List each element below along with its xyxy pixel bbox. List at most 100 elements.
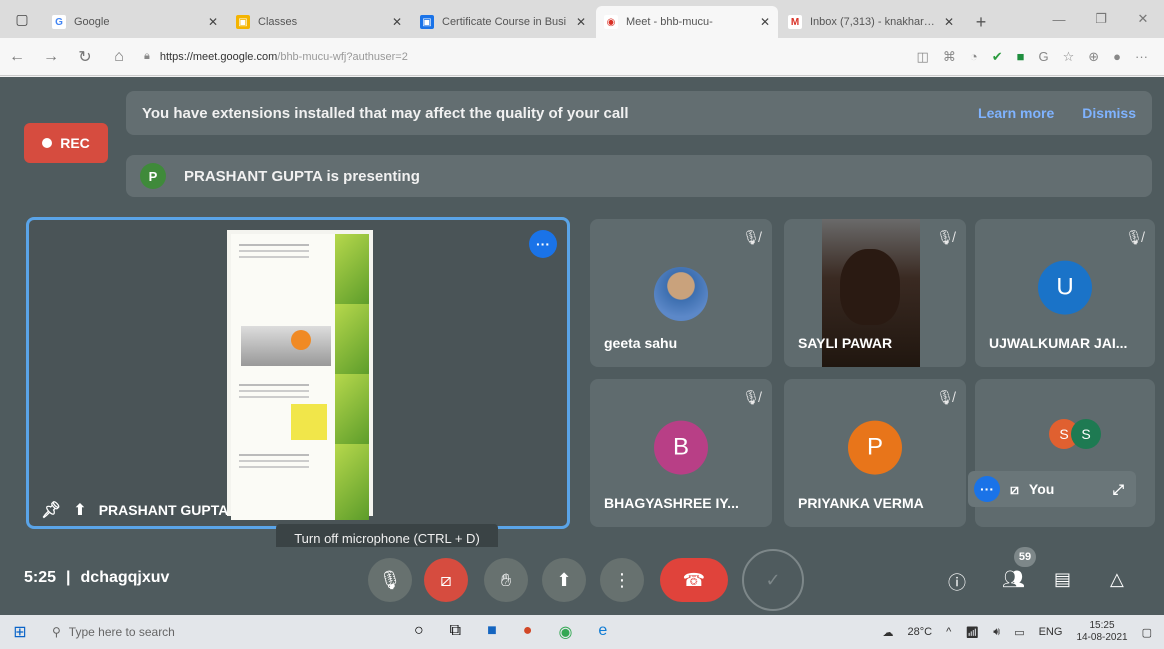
mic-off-icon: 🎙︎̸ [742, 229, 760, 245]
weather-temp: 28°C [907, 626, 933, 638]
recording-indicator[interactable]: REC [24, 123, 108, 163]
leave-call-button[interactable]: ☎︎ [660, 558, 728, 602]
participant-tile[interactable]: 🎙︎̸ P PRIYANKA VERMA [784, 379, 966, 527]
favorites-icon[interactable]: ☆ [1063, 49, 1075, 65]
participant-tile[interactable]: 🎙︎̸ SAYLI PAWAR [784, 219, 966, 367]
powerpoint-icon[interactable]: ● [523, 622, 533, 642]
new-tab-button[interactable]: + [964, 6, 998, 38]
participant-name: geeta sahu [604, 335, 678, 351]
meeting-code[interactable]: dchagqjxuv [81, 569, 170, 587]
tab-meet[interactable]: ◉ Meet - bhb-mucu- ✕ [596, 6, 778, 38]
extension-icon[interactable]: ◔ [970, 49, 978, 64]
raise-hand-button[interactable]: ✋︎ [484, 558, 528, 602]
more-options-button[interactable]: ··· [974, 476, 1000, 502]
participant-tile[interactable]: 🎙︎̸ geeta sahu [590, 219, 772, 367]
tab-classes[interactable]: ▣ Classes ✕ [228, 6, 410, 38]
chevron-up-icon[interactable]: ^ [946, 626, 951, 638]
participant-avatar: P [848, 420, 902, 475]
collections-icon[interactable]: ⊕ [1088, 49, 1099, 65]
close-icon[interactable]: ✕ [576, 15, 586, 29]
clock-date: 14-08-2021 [1076, 632, 1128, 643]
windows-taskbar: ⊞ ⚲ Type here to search ○ ⧉ ■ ● ◉ e ☁︎ 2… [0, 615, 1164, 649]
search-placeholder: Type here to search [68, 625, 175, 639]
close-icon[interactable]: ✕ [392, 15, 402, 29]
camera-off-icon: ⧄ [440, 569, 452, 590]
url-path: /bhb-mucu-wfj?authuser=2 [277, 50, 408, 63]
mic-off-icon: 🎙︎̸ [936, 389, 954, 405]
profile-icon[interactable]: ● [1113, 49, 1121, 64]
tab-certificate-course[interactable]: ▣ Certificate Course in Busi ✕ [412, 6, 594, 38]
weather-icon[interactable]: ☁︎ [883, 626, 894, 639]
learn-more-link[interactable]: Learn more [978, 105, 1054, 121]
meeting-details-icon[interactable]: ⓘ [948, 569, 966, 595]
close-window-icon[interactable]: ✕ [1122, 11, 1164, 27]
presenter-name: PRASHANT GUPTA [98, 502, 229, 518]
task-view-icon[interactable]: ⧉ [450, 622, 461, 642]
more-options-button[interactable]: ⋮ [600, 558, 644, 602]
presenter-avatar: P [140, 163, 166, 189]
forward-icon[interactable]: → [34, 48, 68, 66]
presentation-tile[interactable]: ··· 📌︎ ⬆ PRASHANT GUPTA [26, 217, 570, 529]
tab-actions-icon[interactable]: ▢ [0, 0, 44, 38]
url-host: https://meet.google.com [159, 50, 278, 63]
pin-icon[interactable]: 📌︎ [41, 500, 61, 520]
lock-icon: 🔒︎ [144, 50, 150, 62]
rec-label: REC [60, 135, 90, 151]
camera-button[interactable]: ⧄ [424, 558, 468, 602]
camera-icon[interactable]: ◫ [917, 49, 929, 65]
home-icon[interactable]: ⌂ [102, 48, 136, 66]
activities-icon[interactable]: △ [1110, 569, 1124, 590]
minimize-icon[interactable]: — [1038, 12, 1080, 27]
refresh-icon[interactable]: ↻ [68, 47, 102, 67]
chrome-icon[interactable]: ◉ [558, 622, 572, 642]
present-screen-icon: ⬆ [73, 502, 87, 519]
dismiss-link[interactable]: Dismiss [1082, 105, 1136, 121]
tab-inbox[interactable]: M Inbox (7,313) - knakhare@ ✕ [780, 6, 962, 38]
participant-count-badge: 59 [1014, 547, 1036, 567]
google-icon: G [52, 15, 66, 29]
tab-google[interactable]: G Google ✕ [44, 6, 226, 38]
chat-icon[interactable]: ▤ [1054, 569, 1071, 590]
extension-icon[interactable]: G [1038, 49, 1048, 64]
taskbar-search[interactable]: ⚲ Type here to search [40, 618, 370, 646]
notifications-icon[interactable]: ▢ [1142, 626, 1152, 639]
volume-icon[interactable]: 🔊︎ [993, 626, 1000, 639]
participant-name: UJWALKUMAR JAI... [989, 335, 1128, 351]
close-icon[interactable]: ✕ [208, 15, 218, 29]
back-icon[interactable]: ← [0, 48, 34, 66]
battery-icon[interactable]: ▭ [1014, 626, 1024, 639]
close-icon[interactable]: ✕ [760, 15, 770, 29]
edge-icon[interactable]: e [598, 622, 607, 642]
people-icon[interactable]: 👥︎ [1002, 569, 1025, 590]
slide-thumbnail [231, 234, 369, 310]
restore-icon[interactable]: ❐ [1080, 11, 1122, 27]
taskbar-clock[interactable]: 15:25 14-08-2021 [1076, 620, 1127, 644]
tab-label: Inbox (7,313) - knakhare@ [810, 16, 938, 28]
extension-icon[interactable]: ■ [1017, 49, 1025, 64]
language-indicator[interactable]: ENG [1039, 626, 1063, 638]
more-options-button[interactable]: ··· [529, 230, 557, 258]
participant-photo [654, 267, 708, 321]
microphone-button[interactable]: 🎙︎ [368, 558, 412, 602]
extension-icons: ◫ ⌘ ◔ ✔ ■ G ☆ ⊕ ● ··· [917, 49, 1164, 65]
windows-start-icon[interactable]: ⊞ [0, 622, 40, 642]
expand-icon[interactable]: ⤢ [1113, 481, 1124, 498]
shared-screen [227, 230, 373, 520]
present-button[interactable]: ⬆ [542, 558, 586, 602]
extension-icon[interactable]: ⌘ [943, 49, 956, 65]
network-icon[interactable]: 📶︎ [965, 626, 979, 639]
presenter-label: 📌︎ ⬆ PRASHANT GUPTA [41, 500, 228, 520]
close-icon[interactable]: ✕ [944, 15, 954, 29]
app-icon[interactable]: ■ [487, 622, 497, 642]
participant-tile[interactable]: 🎙︎̸ B BHAGYASHREE IY... [590, 379, 772, 527]
cortana-icon[interactable]: ○ [414, 622, 424, 642]
check-extension-icon[interactable]: ✔ [992, 49, 1003, 65]
microphone-icon: 🎙︎ [378, 569, 402, 590]
participant-tile[interactable]: 🎙︎̸ U UJWALKUMAR JAI... [975, 219, 1155, 367]
check-button[interactable]: ✓ [742, 549, 804, 611]
url-field[interactable]: 🔒︎ https://meet.google.com /bhb-mucu-wfj… [144, 44, 704, 70]
tab-label: Google [74, 16, 110, 28]
camera-off-icon[interactable]: ⧄ [1010, 481, 1019, 498]
menu-icon[interactable]: ··· [1135, 49, 1148, 64]
meeting-time: 5:25 [24, 569, 57, 586]
